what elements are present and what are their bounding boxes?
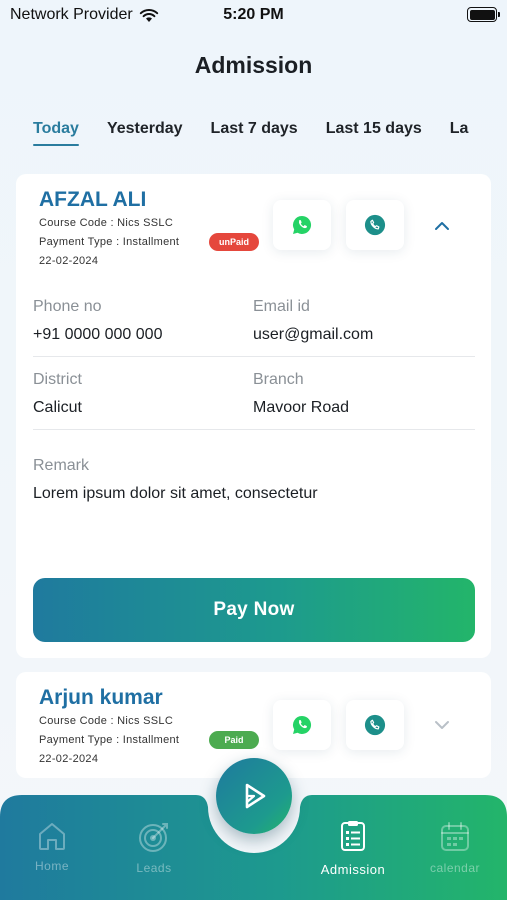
- remark-label: Remark: [33, 457, 90, 474]
- tab-last-30-days[interactable]: La: [450, 120, 469, 146]
- phone-label: Phone no: [33, 298, 102, 315]
- district-label: District: [33, 371, 82, 388]
- nav-home-label: Home: [34, 859, 69, 873]
- nav-calendar-label: calendar: [429, 861, 481, 875]
- course-code: Course Code : Nics SSLC: [39, 715, 174, 727]
- payment-type: Payment Type : Installment: [39, 236, 180, 248]
- email-value: user@gmail.com: [253, 326, 374, 343]
- tab-last-15-days[interactable]: Last 15 days: [326, 120, 422, 146]
- phone-icon: [364, 714, 386, 736]
- divider: [33, 429, 475, 430]
- whatsapp-button[interactable]: [273, 200, 331, 250]
- branch-value: Mavoor Road: [253, 399, 350, 416]
- nav-leads[interactable]: Leads: [104, 795, 204, 900]
- collapse-button[interactable]: [427, 211, 457, 241]
- phone-icon: [364, 214, 386, 236]
- clipboard-list-icon: [341, 821, 365, 851]
- nav-admission[interactable]: Admission: [303, 795, 403, 900]
- tab-yesterday[interactable]: Yesterday: [107, 120, 183, 146]
- status-time: 5:20 PM: [223, 6, 284, 23]
- chevron-up-icon: [435, 222, 449, 230]
- course-code: Course Code : Nics SSLC: [39, 217, 174, 229]
- home-icon: [39, 823, 65, 850]
- status-badge: unPaid: [209, 233, 259, 251]
- page-title: Admission: [194, 52, 313, 78]
- admission-date: 22-02-2024: [39, 753, 99, 765]
- nav-admission-label: Admission: [320, 862, 386, 877]
- divider: [33, 356, 475, 357]
- email-label: Email id: [253, 298, 310, 315]
- whatsapp-button[interactable]: [273, 700, 331, 750]
- phone-value: +91 0000 000 000: [33, 326, 163, 343]
- calendar-icon: [441, 822, 469, 851]
- student-meta: Course Code : Nics SSLC Payment Type : I…: [39, 214, 179, 271]
- status-bar: Network Provider 5:20 PM: [0, 0, 507, 32]
- district-value: Calicut: [33, 399, 82, 416]
- battery-icon: [467, 7, 500, 22]
- status-badge: Paid: [209, 731, 259, 749]
- whatsapp-icon: [293, 716, 312, 734]
- student-name: Arjun kumar: [39, 686, 163, 709]
- nav-calendar[interactable]: calendar: [405, 795, 505, 900]
- play-logo-icon: [245, 783, 266, 809]
- admission-card[interactable]: AFZAL ALI Course Code : Nics SSLC Paymen…: [16, 174, 491, 658]
- branch-label: Branch: [253, 371, 304, 388]
- call-button[interactable]: [346, 200, 404, 250]
- admission-date: 22-02-2024: [39, 255, 99, 267]
- pay-now-button[interactable]: Pay Now: [33, 578, 475, 642]
- nav-home[interactable]: Home: [2, 795, 102, 900]
- payment-type: Payment Type : Installment: [39, 734, 180, 746]
- chevron-down-icon: [435, 721, 449, 729]
- tab-today[interactable]: Today: [33, 120, 79, 146]
- student-name: AFZAL ALI: [39, 188, 147, 211]
- whatsapp-icon: [293, 216, 312, 234]
- target-icon: [139, 823, 168, 852]
- center-fab-button[interactable]: [216, 758, 292, 834]
- call-button[interactable]: [346, 700, 404, 750]
- remark-value: Lorem ipsum dolor sit amet, consectetur: [33, 485, 318, 502]
- expand-button[interactable]: [427, 710, 457, 740]
- date-filter-tabs: Today Yesterday Last 7 days Last 15 days La: [33, 120, 507, 154]
- nav-leads-label: Leads: [136, 861, 172, 875]
- tab-last-7-days[interactable]: Last 7 days: [211, 120, 298, 146]
- student-meta: Course Code : Nics SSLC Payment Type : I…: [39, 712, 179, 769]
